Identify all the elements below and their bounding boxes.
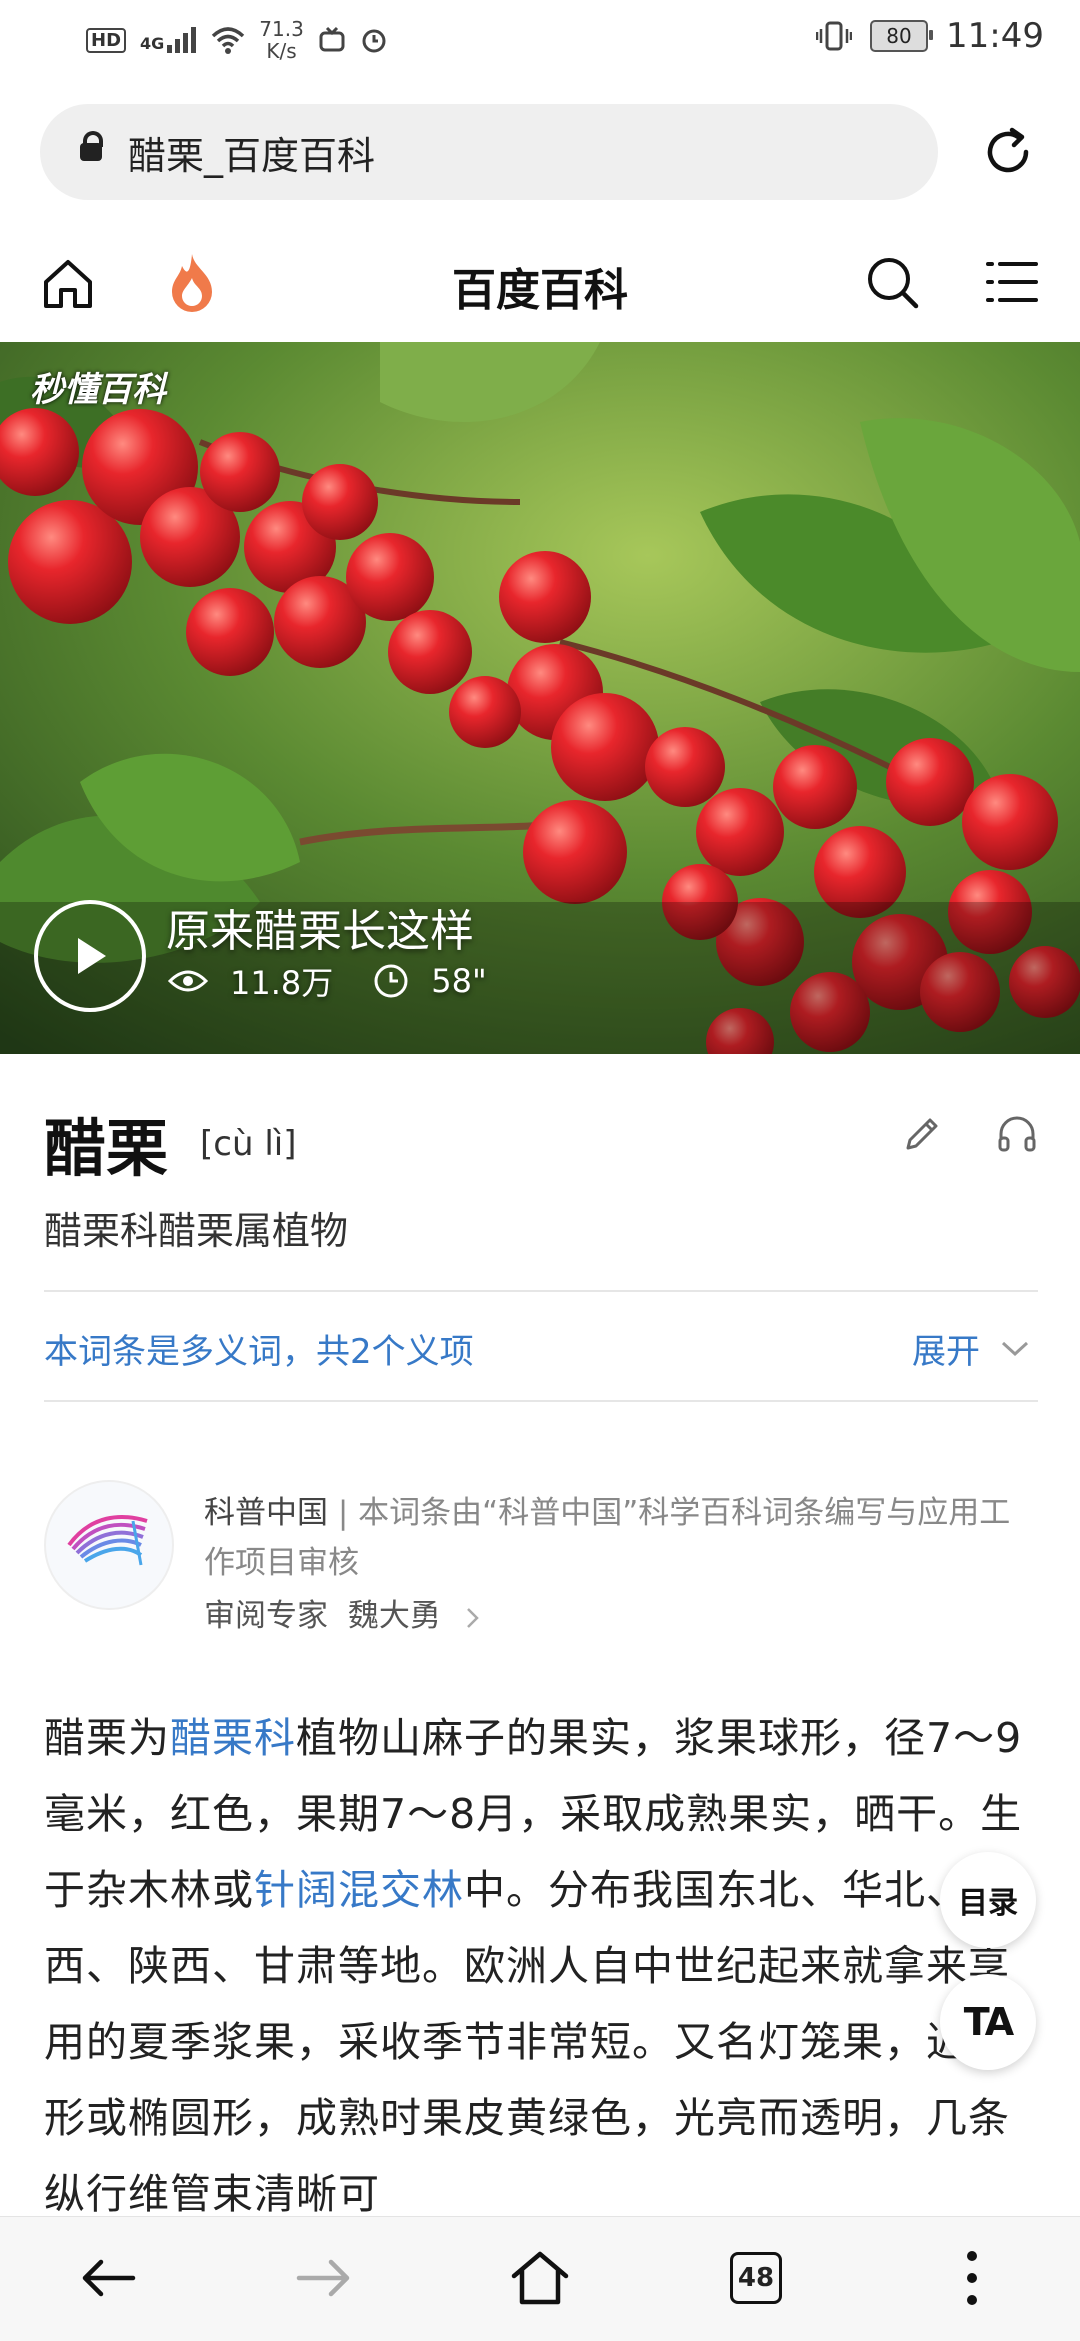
refresh-icon[interactable] [980,124,1036,180]
edit-icon[interactable] [900,1112,944,1156]
network-speed: 71.3 K/s [259,18,304,62]
org-logo[interactable] [44,1480,174,1610]
polysemy-notice[interactable]: 本词条是多义词，共2个义项 [44,1324,474,1373]
alarm-icon [362,29,386,53]
divider-top [44,1290,1038,1292]
back-arrow-icon [82,2259,136,2297]
expert-label: 审阅专家 [204,1598,328,1634]
chevron-right-icon [466,1607,479,1628]
headphones-icon[interactable] [995,1112,1039,1156]
status-right: 80 11:49 [816,16,1044,56]
home-nav-button[interactable] [508,2246,572,2310]
video-cover[interactable] [0,342,1080,1054]
vibrate-icon [816,21,853,51]
clock: 11:49 [946,16,1044,56]
wifi-icon [212,27,245,54]
link-family[interactable]: 醋栗科 [170,1714,296,1762]
video-duration: 58" [431,962,487,1000]
duration-icon [374,964,408,998]
summary-text-3: 中。分布我国东北、华北、山西、陕西、甘肃等地。欧洲人自中世纪起来就拿来享用的夏季… [44,1866,1010,2218]
toc-button[interactable]: 目录 [940,1852,1036,1948]
tv-app-icon [319,26,345,52]
review-info: 科普中国 | 本词条由“科普中国”科学百科词条编写与应用工作项目审核 [204,1488,1034,1588]
video-meta: 11.8万 58" [168,958,487,1004]
expand-button[interactable]: 展开 [912,1324,1030,1373]
link-mixed-forest[interactable]: 针阔混交林 [254,1866,464,1914]
address-bar[interactable]: 醋栗_百度百科 [40,104,938,200]
chevron-down-icon [1001,1341,1029,1356]
entry-summary: 醋栗为醋栗科植物山麻子的果实，浆果球形，径7～9毫米，红色，果期7～8月，采取成… [44,1700,1044,2232]
status-left: HD 4G 71.3 K/s [86,18,388,62]
berry-illustration [0,342,1080,1054]
back-button[interactable] [76,2246,140,2310]
tabs-count: 48 [730,2252,782,2304]
home-nav-icon [511,2251,569,2305]
review-separator: | [328,1495,359,1531]
network-indicator: 4G [140,27,197,53]
entry-description: 醋栗科醋栗属植物 [44,1209,349,1253]
org-name[interactable]: 科普中国 [204,1495,328,1531]
menu-icon[interactable] [986,258,1038,306]
tabs-button[interactable]: 48 [724,2246,788,2310]
forward-button[interactable] [292,2246,356,2310]
more-menu-button[interactable] [940,2246,1004,2310]
video-brand-logo: 秒懂百科 [30,370,166,410]
science-china-logo [67,1514,148,1566]
hd-indicator: HD [86,27,127,53]
battery-indicator: 80 [870,20,934,52]
divider-bottom [44,1400,1038,1402]
lock-icon [80,131,103,161]
play-icon [78,938,106,974]
address-text: 醋栗_百度百科 [128,133,376,178]
ta-button[interactable]: TA [940,1974,1036,2070]
speed-unit: K/s [266,39,297,63]
signal-icon [167,27,197,53]
views-icon [168,970,208,992]
network-type: 4G [140,34,165,53]
summary-text-1: 醋栗为 [44,1714,170,1762]
review-expert[interactable]: 审阅专家 魏大勇 [204,1590,481,1635]
status-bar: HD 4G 71.3 K/s 80 11:49 [0,0,1080,80]
speed-value: 71.3 [259,17,304,41]
search-icon[interactable] [864,254,920,310]
more-vertical-icon [967,2251,977,2305]
video-title[interactable]: 原来醋栗长这样 [166,895,474,959]
play-button[interactable] [34,900,146,1012]
video-views: 11.8万 [230,964,334,1002]
entry-title: 醋栗 [44,1112,169,1185]
expert-name: 魏大勇 [347,1598,441,1634]
entry-pinyin: [cù lì] [200,1124,297,1164]
expand-label: 展开 [912,1332,980,1372]
forward-arrow-icon [296,2259,350,2297]
